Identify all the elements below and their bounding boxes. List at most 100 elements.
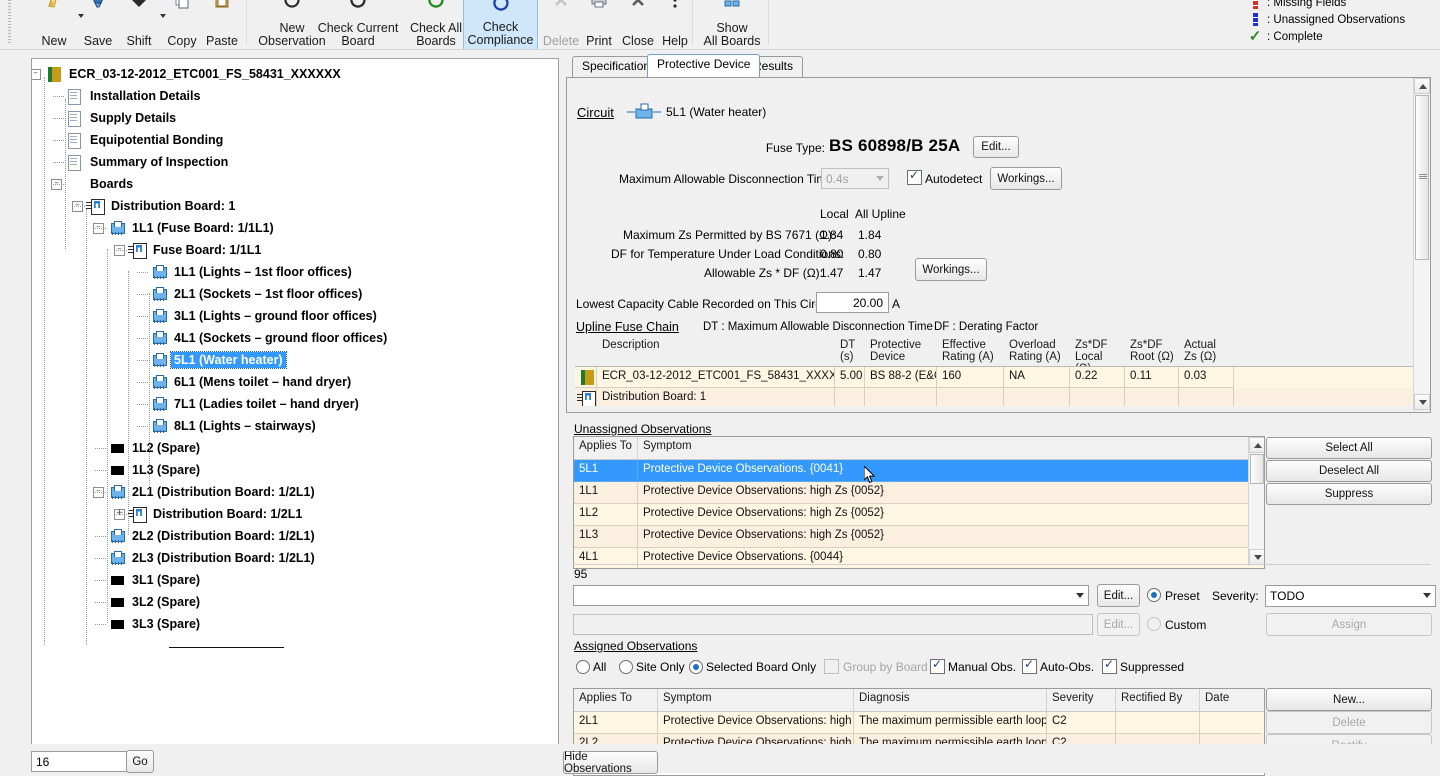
tree-node[interactable]: Distribution Board: 1/2L1 [128,503,305,525]
tree-node[interactable]: Fuse Board: 1/1L1 [128,239,264,261]
table-row[interactable]: Distribution Board: 1 [575,388,1413,406]
filter-label-group-by-board: Group by Board [843,660,928,674]
tree-node[interactable]: ECR_03-12-2012_ETC001_FS_58431_XXXXXX [44,63,344,85]
tree-node[interactable]: 3L1 (Spare) [107,569,203,591]
tree-node[interactable]: Summary of Inspection [65,151,231,173]
preset-edit-button[interactable]: Edit... [1097,584,1140,607]
tree-connector [53,184,64,185]
preset-radio[interactable] [1147,588,1161,602]
page-number-input[interactable]: 16 [31,751,129,772]
tree-node[interactable]: 4L1 (Sockets – ground floor offices) [149,327,390,349]
select-all-button[interactable]: Select All [1266,437,1432,459]
unassigned-scrollbar[interactable] [1248,437,1264,566]
toolbar-button-print[interactable]: Print [580,0,618,49]
circuit-icon [149,308,167,324]
tree-node-label: 7L1 (Ladies toilet – hand dryer) [174,397,359,411]
status-legend: : Missing Fields : Unassigned Observatio… [1247,0,1432,45]
filter-radio-selected-board-only[interactable] [689,660,703,674]
toolbar-button-new[interactable]: New [34,0,74,49]
fuse-type-edit-button[interactable]: Edit... [973,136,1019,158]
scroll-up-arrow-icon[interactable] [1249,437,1264,453]
list-item[interactable]: 1L2 Protective Device Observations: high … [574,504,1264,526]
filter-radio-site-only[interactable] [619,660,633,674]
tree-node[interactable]: 3L3 (Spare) [107,613,203,635]
tree-node[interactable]: 2L1 (Distribution Board: 1/2L1) [107,481,318,503]
tree-node[interactable]: 8L1 (Lights – stairways) [149,415,319,437]
toolbar-button-check-all-boards[interactable]: Check All Boards [400,0,472,49]
filter-radio-all[interactable] [576,660,590,674]
list-item[interactable]: 1L3 Protective Device Observations: high … [574,526,1264,548]
list-item[interactable]: 5L1 Protective Device Observations. {0041… [574,460,1264,482]
list-item[interactable]: 4L1 Protective Device Observations. {0044… [574,548,1264,568]
tree-node[interactable]: 1L2 (Spare) [107,437,203,459]
toolbar-button-save[interactable]: Save [80,0,116,49]
custom-radio[interactable] [1147,617,1161,631]
tree-node[interactable]: 1L1 (Fuse Board: 1/1L1) [107,217,277,239]
tree-node[interactable]: Installation Details [65,85,203,107]
deselect-all-button[interactable]: Deselect All [1266,460,1432,482]
hide-observations-button[interactable]: Hide Observations [563,751,658,775]
tab-protective-device[interactable]: Protective Device [647,54,761,77]
go-button[interactable]: Go [126,750,154,773]
scroll-up-arrow-icon[interactable] [1414,78,1430,94]
toolbar-label: Check All Boards [409,21,463,48]
panel-scrollbar-vertical[interactable] [1413,78,1430,410]
tree-node[interactable]: 6L1 (Mens toilet – hand dryer) [149,371,354,393]
toolbar-button-help[interactable]: Help [658,0,692,49]
tree-node[interactable]: 2L2 (Distribution Board: 1/2L1) [107,525,318,547]
circuit-label[interactable]: Circuit [577,105,614,120]
unassigned-observations-table[interactable]: Applies To Symptom 5L1 Protective Device … [573,436,1265,569]
severity-combo[interactable]: TODO [1265,585,1436,607]
toolbar-button-show-all-boards[interactable]: Show All Boards [697,0,767,49]
tree-node[interactable]: 7L1 (Ladies toilet – hand dryer) [149,393,362,415]
tree-connector [95,536,106,537]
max-disconnection-time-combo[interactable]: 0.4s [821,168,889,189]
project-tree-panel[interactable]: ECR_03-12-2012_ETC001_FS_58431_XXXXXX – In… [31,58,559,746]
scroll-down-arrow-icon[interactable] [1414,394,1430,410]
table-cell: NA [1004,367,1070,388]
fuse-type-value: BS 60898/B 25A [829,136,961,155]
lowest-capacity-input[interactable]: 20.00 [816,292,889,313]
tree-node[interactable]: 2L1 (Sockets – 1st floor offices) [149,283,365,305]
tree-node[interactable]: 2L3 (Distribution Board: 1/2L1) [107,547,318,569]
toolbar-button-copy[interactable]: Copy [163,0,201,49]
workings-button-bottom[interactable]: Workings... [915,258,987,281]
list-item[interactable]: 1L1 Protective Device Observations: high … [574,482,1264,504]
filter-checkbox-auto-obs[interactable] [1022,657,1037,674]
table-row[interactable]: ECR_03-12-2012_ETC001_FS_58431_XXXXXX 5.0… [575,367,1413,388]
tree-node[interactable]: 3L2 (Spare) [107,591,203,613]
toolbar-button-check-compliance[interactable]: Check Compliance [463,0,538,49]
upline-fuse-chain-title[interactable]: Upline Fuse Chain [576,320,679,334]
tree-node[interactable]: 1L1 (Lights – 1st floor offices) [149,261,355,283]
tree-node[interactable]: 1L3 (Spare) [107,459,203,481]
tree-node-label: Distribution Board: 1/2L1 [153,507,303,521]
suppress-button[interactable]: Suppress [1266,483,1432,505]
custom-observation-input[interactable] [573,614,1093,635]
table-body: 5L1 Protective Device Observations. {0041… [574,460,1264,568]
tree-node[interactable]: Boards [65,173,136,195]
filter-checkbox-suppressed[interactable] [1102,657,1117,674]
tree-node[interactable]: Distribution Board: 1 [86,195,238,217]
table-row[interactable]: 2L1 Protective Device Observations: high … [574,712,1264,734]
scrollbar-thumb[interactable] [1250,454,1264,484]
toolbar-button-close[interactable]: Close [618,0,658,49]
toolbar-button-paste[interactable]: Paste [203,0,241,49]
tree-node[interactable]: Supply Details [65,107,179,129]
tree-node[interactable]: 5L1 (Water heater) [149,349,287,371]
tree-node[interactable]: 3L1 (Lights – ground floor offices) [149,305,380,327]
toolbar-grip[interactable] [0,0,22,49]
scroll-down-arrow-icon[interactable] [1249,549,1264,565]
tree-node[interactable]: Equipotential Bonding [65,129,226,151]
toolbar-button-check-current-board[interactable]: Check Current Board [310,0,406,49]
autodetect-label: Autodetect [925,172,983,186]
workings-button-top[interactable]: Workings... [990,167,1062,190]
autodetect-checkbox[interactable] [907,168,922,185]
new-observation-button[interactable]: New... [1266,688,1432,711]
new-observation-icon [282,0,302,10]
max-zs-upline: 1.84 [858,228,882,242]
filter-checkbox-manual-obs[interactable] [930,657,945,674]
toolbar-button-shift[interactable]: Shift [120,0,158,49]
scrollbar-thumb[interactable] [1415,95,1429,260]
tree-collapse-toggle[interactable]: – [32,69,41,80]
preset-observation-combo[interactable] [573,585,1089,606]
